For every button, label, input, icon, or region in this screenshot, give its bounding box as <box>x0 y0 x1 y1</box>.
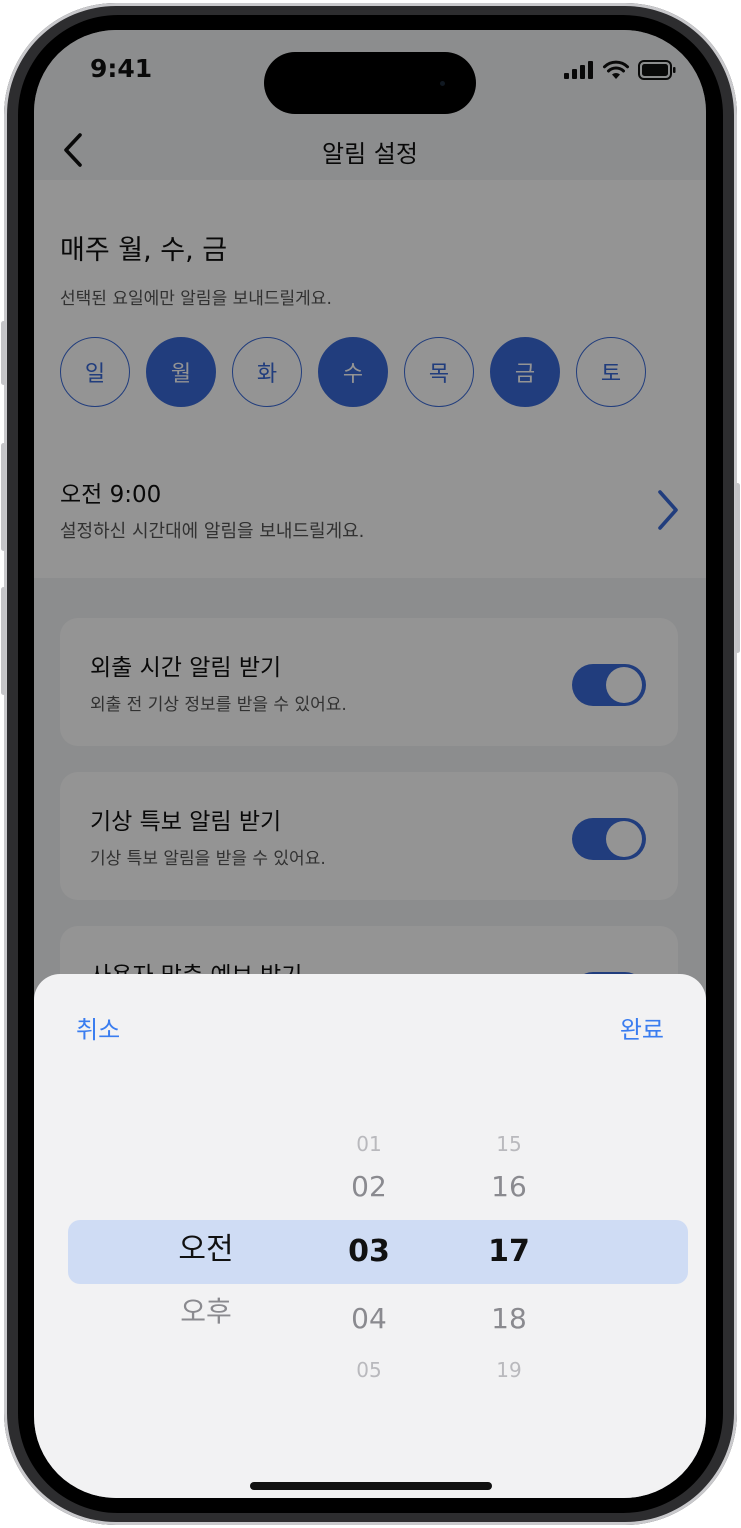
volume-down-button <box>1 587 6 695</box>
minute-option-selected[interactable]: 17 <box>449 1234 569 1269</box>
ampm-option[interactable]: 오전 <box>146 1224 266 1268</box>
power-button <box>735 483 740 653</box>
minute-option[interactable]: 19 <box>449 1358 569 1382</box>
ampm-option[interactable]: 오후 <box>146 1290 266 1330</box>
done-button[interactable]: 완료 <box>620 1010 664 1045</box>
hour-option[interactable]: 05 <box>309 1358 429 1382</box>
hour-option-selected[interactable]: 03 <box>309 1234 429 1269</box>
cancel-button[interactable]: 취소 <box>76 1010 120 1045</box>
screen: 9:41 알림 설정 매주 월, 수, 금 선택된 요일에만 알림을 보내드릴게… <box>34 30 706 1498</box>
hour-option[interactable]: 01 <box>309 1132 429 1156</box>
minute-option[interactable]: 16 <box>449 1170 569 1203</box>
minute-option[interactable]: 18 <box>449 1302 569 1335</box>
hour-option[interactable]: 02 <box>309 1170 429 1203</box>
time-picker-sheet: 취소 완료 오전 오후 01 02 03 04 05 15 16 17 18 1… <box>34 974 706 1498</box>
hour-option[interactable]: 04 <box>309 1302 429 1335</box>
home-indicator[interactable] <box>250 1482 492 1490</box>
action-button <box>1 321 6 385</box>
volume-up-button <box>1 443 6 551</box>
minute-option[interactable]: 15 <box>449 1132 569 1156</box>
